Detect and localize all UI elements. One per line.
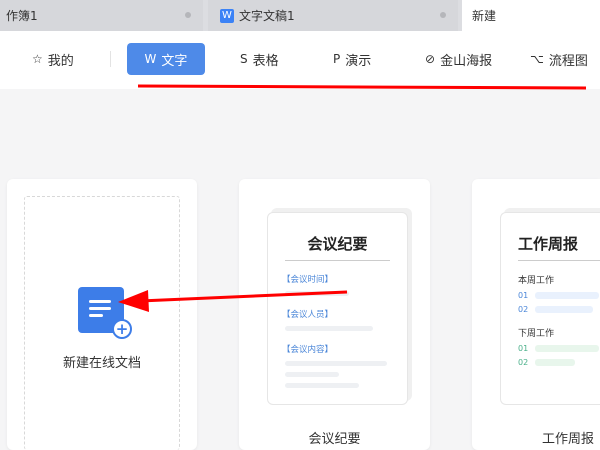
- card-label: 会议纪要: [308, 432, 361, 447]
- tab-new[interactable]: 新建: [462, 0, 600, 31]
- tab-label: 作簿1: [6, 9, 38, 23]
- tab-workbook[interactable]: 作簿1: [0, 0, 203, 31]
- preview-title: 会议纪要: [307, 235, 368, 253]
- num: 02: [518, 305, 529, 314]
- nav-flowchart[interactable]: ⌥ 流程图: [528, 43, 590, 75]
- close-dot-icon[interactable]: [185, 12, 191, 18]
- nav-presentation[interactable]: P 演示: [323, 43, 381, 75]
- card-label: 新建在线文档: [62, 356, 141, 371]
- num: 02: [518, 358, 529, 367]
- preview-section: 本周工作: [518, 276, 555, 286]
- plus-icon: +: [112, 319, 132, 339]
- writer-icon: W: [220, 8, 234, 23]
- template-card-meeting[interactable]: 会议纪要 【会议时间】 【会议人员】 【会议内容】 会议纪要: [239, 179, 430, 450]
- close-dot-icon[interactable]: [440, 12, 446, 18]
- tab-bar: 作簿1 W 文字文稿1 新建: [0, 0, 600, 31]
- writer-icon: W: [144, 52, 157, 66]
- nav-label: 表格: [252, 53, 279, 69]
- flowchart-icon: ⌥: [530, 52, 544, 66]
- tab-document[interactable]: W 文字文稿1: [208, 0, 458, 31]
- star-icon: ☆: [32, 52, 43, 66]
- preview-section: 下周工作: [518, 329, 555, 339]
- preview-section: 【会议内容】: [282, 345, 334, 355]
- template-card-weekly[interactable]: 工作周报 本周工作 01 02 下周工作 01 02 工作周报: [472, 179, 600, 450]
- nav-sheet[interactable]: S 表格: [230, 43, 289, 75]
- template-preview: 工作周报 本周工作 01 02 下周工作 01 02: [500, 212, 600, 405]
- preview-title: 工作周报: [518, 235, 579, 253]
- presentation-icon: P: [333, 52, 341, 66]
- nav-writer[interactable]: W 文字: [127, 43, 205, 75]
- nav-label: 文字: [161, 53, 188, 69]
- nav-mine[interactable]: ☆ 我的: [22, 43, 84, 75]
- poster-icon: ⊘: [425, 52, 436, 66]
- nav-label: 我的: [47, 53, 74, 69]
- template-preview: 会议纪要 【会议时间】 【会议人员】 【会议内容】: [267, 212, 408, 405]
- nav-label: 流程图: [548, 53, 588, 69]
- card-label: 工作周报: [541, 432, 594, 447]
- tab-label: 文字文稿1: [239, 9, 295, 23]
- category-nav: ☆ 我的 W 文字 S 表格 P 演示 ⊘ 金山海报 ⌥ 流程图: [0, 31, 600, 89]
- new-doc-icon: +: [78, 287, 132, 339]
- tab-label: 新建: [472, 9, 497, 23]
- nav-label: 演示: [345, 53, 372, 69]
- nav-poster[interactable]: ⊘ 金山海报: [415, 43, 502, 75]
- nav-label: 金山海报: [440, 53, 493, 69]
- preview-section: 【会议人员】: [282, 310, 334, 320]
- new-online-doc-card[interactable]: + 新建在线文档: [7, 179, 197, 450]
- num: 01: [518, 344, 529, 353]
- num: 01: [518, 291, 529, 300]
- preview-section: 【会议时间】: [282, 275, 334, 285]
- sheet-icon: S: [240, 52, 248, 66]
- divider: [110, 51, 111, 67]
